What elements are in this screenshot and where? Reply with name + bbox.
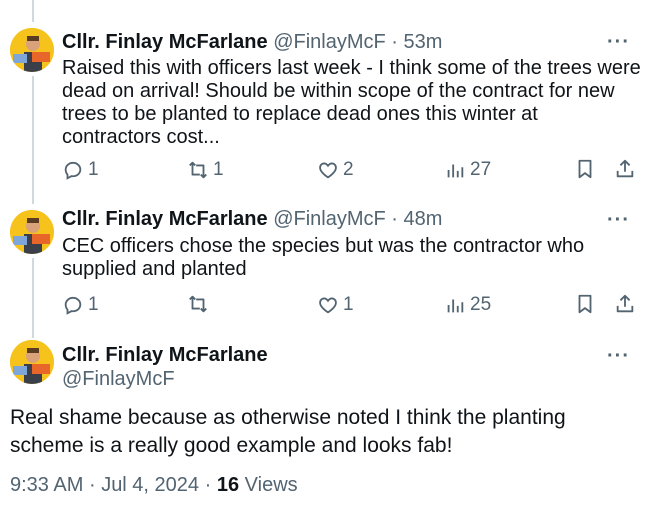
display-name[interactable]: Cllr. Finlay McFarlane [62,31,268,53]
bookmark-button[interactable] [574,293,596,315]
repost-button[interactable]: 1 [187,158,224,182]
views-button[interactable]: 27 [444,158,491,182]
user-handle[interactable]: @FinlayMcF [273,31,386,53]
bookmark-icon [578,294,592,314]
bookmark-icon [578,159,592,179]
separator: · [391,208,398,230]
analytics-icon [447,299,464,313]
like-button[interactable]: 1 [317,293,354,317]
heart-icon [319,162,337,179]
views-button[interactable]: 25 [444,293,491,317]
avatar[interactable] [10,28,54,72]
more-options-icon[interactable]: ··· [607,346,630,366]
reply-icon [64,161,82,180]
display-name[interactable]: Cllr. Finlay McFarlane [62,343,268,367]
like-button[interactable]: 2 [317,158,354,182]
more-options-icon[interactable]: ··· [607,32,630,52]
display-name[interactable]: Cllr. Finlay McFarlane [62,208,268,230]
tweet-actions: 1 1 25 [62,293,650,317]
tweet-actions: 1 1 2 27 [62,158,650,182]
tweet-text: Raised this with officers last week - I … [62,57,641,148]
thread-line-2 [32,258,34,338]
tweet-text: Real shame because as otherwise noted I … [10,406,566,457]
bookmark-button[interactable] [574,158,596,180]
views-label: Views [244,474,298,496]
reply-count: 1 [88,294,99,315]
share-icon [616,159,634,178]
analytics-icon [447,164,464,178]
more-options-icon[interactable]: ··· [607,210,630,230]
tweet-text: CEC officers chose the species but was t… [62,235,585,280]
timestamp[interactable]: 48m [404,208,443,230]
tweet-header: Cllr. Finlay McFarlane @FinlayMcF · 53m [62,30,442,54]
like-count: 2 [343,159,354,180]
thread-line-top [32,0,34,22]
tweet-header: Cllr. Finlay McFarlane @FinlayMcF · 48m [62,207,442,231]
heart-icon [319,297,337,314]
views-count: 16 [216,474,240,496]
avatar[interactable] [10,340,54,384]
separator: · [391,31,398,53]
view-count: 27 [470,159,492,180]
post-date[interactable]: Jul 4, 2024 [101,474,199,496]
like-count: 1 [343,294,354,315]
reply-count: 1 [88,159,99,180]
separator: · [88,474,96,496]
repost-button[interactable] [187,293,213,315]
repost-icon [189,161,207,179]
separator: · [204,474,212,496]
user-handle[interactable]: @FinlayMcF [273,208,386,230]
tweet-meta: 9:33 AM · Jul 4, 2024 · 16 Views [10,473,298,497]
post-time[interactable]: 9:33 AM [10,474,83,496]
reply-button[interactable]: 1 [62,293,99,317]
repost-icon [189,295,207,313]
thread-line-1 [32,76,34,204]
reply-icon [64,296,82,315]
repost-count: 1 [213,159,224,180]
reply-button[interactable]: 1 [62,158,99,182]
share-button[interactable] [614,293,636,315]
avatar[interactable] [10,210,54,254]
user-handle[interactable]: @FinlayMcF [62,367,175,391]
share-button[interactable] [614,158,636,180]
share-icon [616,294,634,313]
view-count: 25 [470,294,492,315]
timestamp[interactable]: 53m [404,31,443,53]
